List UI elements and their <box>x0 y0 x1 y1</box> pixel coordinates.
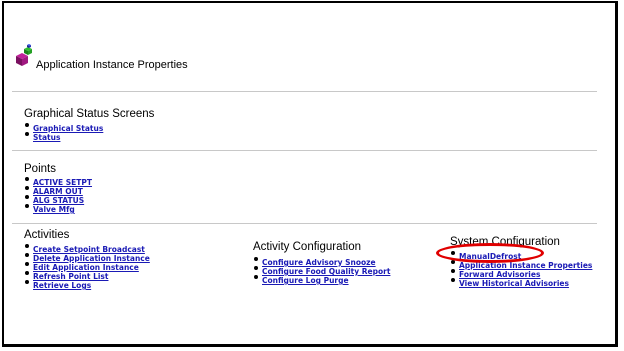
link-configure-log-purge[interactable]: Configure Log Purge <box>262 276 349 285</box>
link-valve-mfg[interactable]: Valve Mfg <box>33 205 75 214</box>
page-header: Application Instance Properties <box>12 44 612 78</box>
list-item: Application Instance Properties <box>450 258 592 270</box>
bullet-icon <box>25 177 29 181</box>
bullet-icon <box>254 275 258 279</box>
link-retrieve-logs[interactable]: Retrieve Logs <box>33 281 91 290</box>
list-item: Edit Application Instance <box>24 260 150 272</box>
bullet-icon <box>25 244 29 248</box>
bullet-icon <box>451 260 455 264</box>
bullet-icon <box>25 123 29 127</box>
list-item: ALARM OUT <box>24 184 92 196</box>
list-item: Delete Application Instance <box>24 251 150 263</box>
bullet-icon <box>25 253 29 257</box>
list-item: Refresh Point List <box>24 269 150 281</box>
divider <box>12 223 597 224</box>
bullet-icon <box>25 195 29 199</box>
graphical-status-links: Graphical Status Status <box>24 121 103 142</box>
system-configuration-links: ManualDefrost Application Instance Prope… <box>450 249 592 288</box>
list-item: Status <box>24 130 103 142</box>
list-item: Valve Mfg <box>24 202 92 214</box>
list-item: Create Setpoint Broadcast <box>24 242 150 254</box>
bullet-icon <box>25 186 29 190</box>
page-title: Application Instance Properties <box>36 59 188 71</box>
bullet-icon <box>451 278 455 282</box>
list-item: Configure Log Purge <box>253 273 390 285</box>
bullet-icon <box>25 280 29 284</box>
list-item: Retrieve Logs <box>24 278 150 290</box>
bullet-icon <box>254 257 258 261</box>
list-item: Configure Advisory Snooze <box>253 255 390 267</box>
bullet-icon <box>254 266 258 270</box>
section-title-points: Points <box>24 163 56 175</box>
bullet-icon <box>25 271 29 275</box>
bullet-icon <box>451 251 455 255</box>
list-item: Configure Food Quality Report <box>253 264 390 276</box>
section-title-graphical-status-screens: Graphical Status Screens <box>24 108 155 120</box>
link-status[interactable]: Status <box>33 133 60 142</box>
list-item: View Historical Advisories <box>450 276 592 288</box>
bullet-icon <box>25 262 29 266</box>
activity-configuration-links: Configure Advisory Snooze Configure Food… <box>253 255 390 285</box>
divider <box>12 91 597 92</box>
list-item: Forward Advisories <box>450 267 592 279</box>
points-links: ACTIVE SETPT ALARM OUT ALG STATUS Valve … <box>24 175 92 214</box>
section-title-activities: Activities <box>24 229 70 241</box>
section-title-activity-configuration: Activity Configuration <box>253 241 362 253</box>
bullet-icon <box>451 269 455 273</box>
link-view-historical-advisories[interactable]: View Historical Advisories <box>459 279 569 288</box>
list-item: ManualDefrost <box>450 249 592 261</box>
list-item: Graphical Status <box>24 121 103 133</box>
list-item: ALG STATUS <box>24 193 92 205</box>
bullet-icon <box>25 204 29 208</box>
bullet-icon <box>25 132 29 136</box>
activities-links: Create Setpoint Broadcast Delete Applica… <box>24 242 150 290</box>
list-item: ACTIVE SETPT <box>24 175 92 187</box>
section-title-system-configuration: System Configuration <box>450 236 560 248</box>
application-cubes-icon <box>16 44 32 66</box>
divider <box>12 150 597 151</box>
